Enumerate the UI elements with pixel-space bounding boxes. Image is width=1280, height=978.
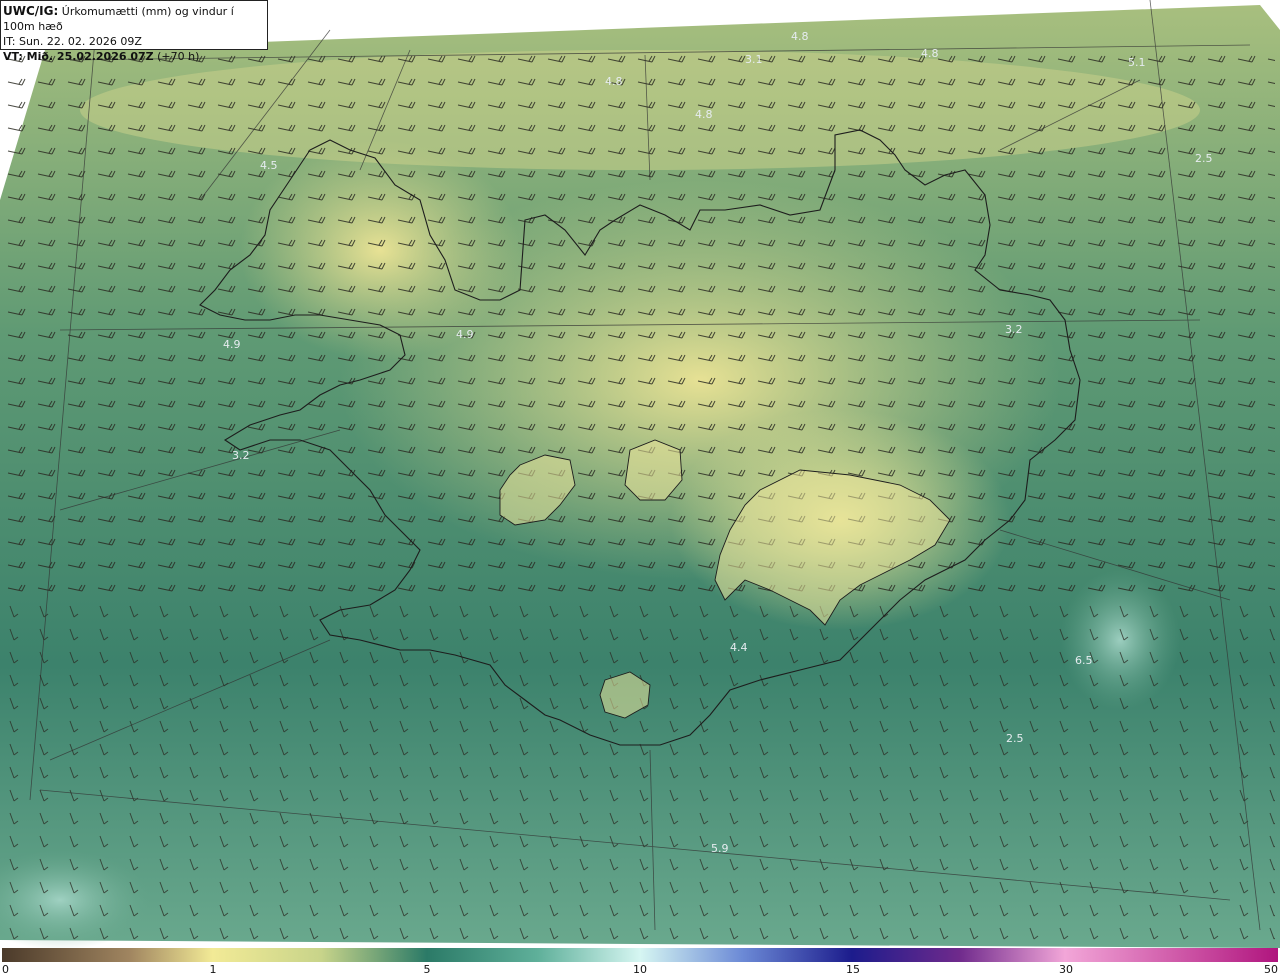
max-label: 3.1 [745, 53, 763, 66]
colorbar-tick: 30 [1059, 963, 1073, 976]
max-label: 4.8 [921, 47, 939, 60]
info-box: UWC/IG: Úrkomumætti (mm) og vindur í 100… [0, 0, 268, 63]
model-label: UWC/IG: [3, 4, 59, 18]
max-label: 2.5 [1195, 152, 1213, 165]
colorbar-tick: 5 [423, 963, 431, 976]
wind-barbs-south [5, 600, 1275, 940]
precipitation-wind-map: 4.8 3.1 4.8 4.8 5.1 4.8 4.5 2.5 4.9 4.9 … [0, 0, 1280, 948]
max-label: 3.2 [232, 449, 250, 462]
max-label: 4.4 [730, 641, 748, 654]
max-label: 3.2 [1005, 323, 1023, 336]
max-label: 6.5 [1075, 654, 1093, 667]
max-label: 4.5 [260, 159, 278, 172]
init-time: IT: Sun. 22. 02. 2026 09Z [3, 35, 142, 48]
max-label: 4.8 [695, 108, 713, 121]
colorbar-tick: 15 [846, 963, 860, 976]
wind-barbs [5, 40, 1275, 600]
colorbar-tick: 1 [209, 963, 217, 976]
max-label: 4.9 [456, 328, 474, 341]
valid-time-line: VT: Mið. 25.02.2026 07Z (+70 h) [3, 49, 267, 64]
title-line: UWC/IG: Úrkomumætti (mm) og vindur í 100… [3, 4, 267, 34]
colorbar-tick: 10 [633, 963, 647, 976]
lead-time: (+70 h) [157, 50, 200, 63]
max-label: 4.8 [791, 30, 809, 43]
valid-time: VT: Mið. 25.02.2026 07Z [3, 50, 154, 63]
max-label: 5.1 [1128, 56, 1146, 69]
max-label: 4.8 [605, 75, 623, 88]
colorbar [2, 948, 1278, 962]
colorbar-tick: 50 [1264, 963, 1278, 976]
colorbar-gradient [2, 948, 1278, 962]
max-label: 4.9 [223, 338, 241, 351]
colorbar-tick: 0 [2, 963, 9, 976]
max-label: 5.9 [711, 842, 729, 855]
max-label: 2.5 [1006, 732, 1024, 745]
